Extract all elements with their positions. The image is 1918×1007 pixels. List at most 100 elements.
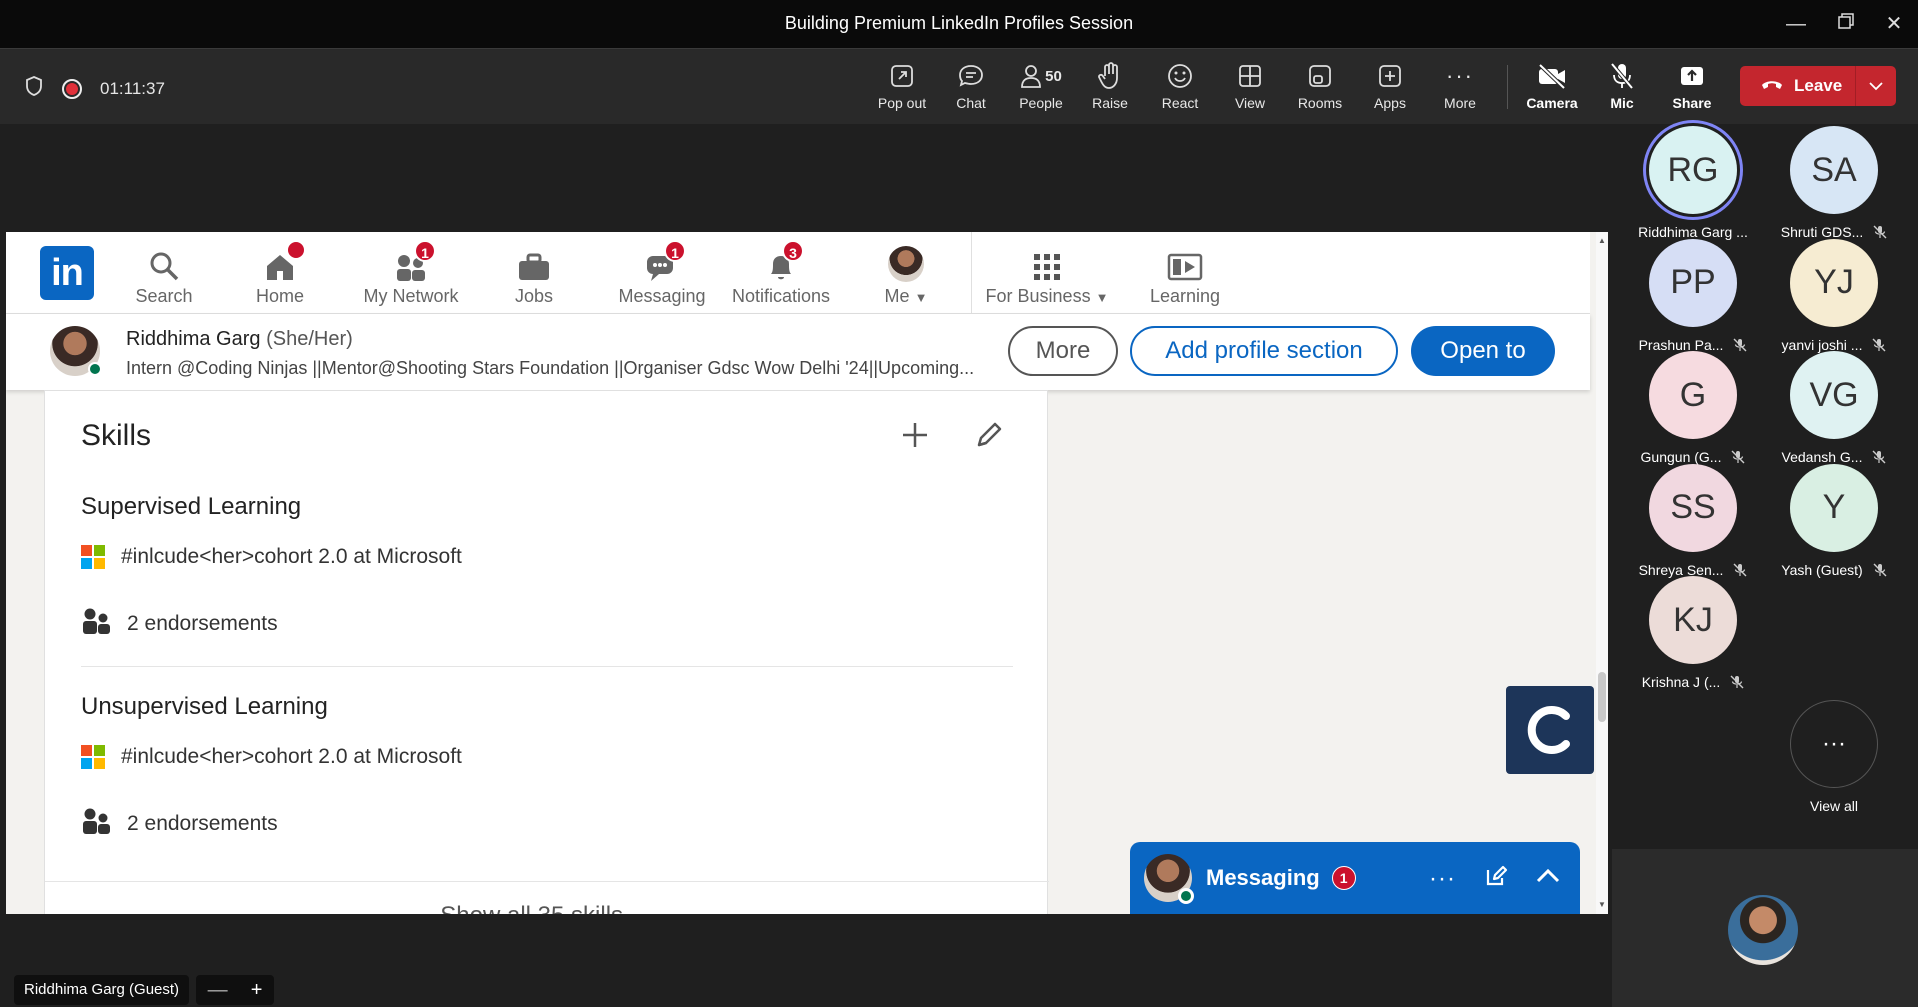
scroll-down-icon[interactable]: ▼ <box>1597 900 1607 909</box>
participant-tile[interactable]: Y Yash (Guest) <box>1765 463 1903 578</box>
phone-hangup-icon <box>1760 76 1784 96</box>
minimize-icon[interactable]: — <box>1776 10 1816 38</box>
people-button[interactable]: 50 People <box>1009 59 1073 111</box>
scrollbar[interactable]: ▲ ▼ <box>1596 232 1608 914</box>
messaging-avatar <box>1144 854 1194 904</box>
participant-avatar: RG <box>1649 126 1737 214</box>
people-icon <box>1021 65 1042 88</box>
rooms-button[interactable]: Rooms <box>1288 59 1352 111</box>
nav-messaging[interactable]: 1 Messaging <box>612 240 712 307</box>
share-button[interactable]: Share <box>1660 59 1724 111</box>
raise-hand-button[interactable]: Raise <box>1078 59 1142 111</box>
window-title: Building Premium LinkedIn Profiles Sessi… <box>784 13 1134 33</box>
mic-muted-icon <box>1730 675 1744 689</box>
nav-jobs[interactable]: Jobs <box>494 240 574 307</box>
leave-button[interactable]: Leave <box>1740 66 1896 106</box>
show-all-skills-link[interactable]: Show all 35 skills → <box>45 881 1049 914</box>
nav-me[interactable]: Me ▼ <box>876 240 936 307</box>
pencil-icon <box>974 420 1004 455</box>
plus-icon <box>900 420 930 455</box>
home-dot-badge <box>286 240 306 260</box>
compose-icon[interactable] <box>1484 864 1508 893</box>
more-button[interactable]: More <box>1008 326 1118 376</box>
participant-avatar: SS <box>1649 463 1737 552</box>
view-button[interactable]: View <box>1218 59 1282 111</box>
apps-grid-icon <box>982 240 1112 282</box>
mic-muted-icon <box>1733 563 1747 577</box>
skill-title[interactable]: Supervised Learning <box>81 493 301 521</box>
restore-icon[interactable] <box>1826 10 1866 38</box>
chevron-up-icon[interactable] <box>1536 868 1560 889</box>
grid-view-icon <box>1218 59 1282 93</box>
bell-icon: 3 <box>724 240 838 282</box>
microsoft-logo-icon <box>81 545 105 569</box>
participant-tile[interactable]: KJ Krishna J (... <box>1624 576 1762 690</box>
chat-button[interactable]: Chat <box>939 59 1003 111</box>
online-status-dot <box>88 362 102 376</box>
participant-avatar: Y <box>1790 463 1878 552</box>
close-icon[interactable]: ✕ <box>1874 10 1914 38</box>
chat-icon <box>939 59 1003 93</box>
linkedin-logo[interactable]: in <box>40 246 94 300</box>
participant-tile[interactable]: YJ yanvi joshi ... <box>1765 238 1903 353</box>
apps-button[interactable]: Apps <box>1358 59 1422 111</box>
profile-name: Riddhima Garg (She/Her) <box>126 328 353 350</box>
open-to-button[interactable]: Open to <box>1411 326 1555 376</box>
participant-name: Yash (Guest) <box>1781 561 1863 578</box>
profile-sticky-header: Riddhima Garg (She/Her) Intern @Coding N… <box>6 314 1590 390</box>
self-name-tag: Riddhima Garg (Guest) <box>14 975 190 1005</box>
skill-endorsements[interactable]: 2 endorsements <box>81 607 278 641</box>
ellipsis-icon: ··· <box>1446 63 1474 88</box>
participant-tile[interactable]: RG Riddhima Garg ... <box>1624 126 1762 240</box>
edit-skills-button[interactable] <box>969 417 1009 457</box>
nav-notifications[interactable]: 3 Notifications <box>724 240 838 307</box>
coding-ninjas-widget[interactable] <box>1506 686 1594 774</box>
nav-learning[interactable]: Learning <box>1130 240 1240 307</box>
skill-endorsements[interactable]: 2 endorsements <box>81 807 278 841</box>
shield-icon <box>24 75 44 102</box>
add-profile-section-button[interactable]: Add profile section <box>1130 326 1398 376</box>
mic-button[interactable]: Mic <box>1590 59 1654 111</box>
scroll-up-icon[interactable]: ▲ <box>1597 236 1607 245</box>
participant-name-row: Krishna J (... <box>1624 674 1762 690</box>
smiley-icon <box>1148 59 1212 93</box>
participant-tile[interactable]: SA Shruti GDS... <box>1765 126 1903 240</box>
ellipsis-icon[interactable]: ··· <box>1429 866 1456 890</box>
mic-muted-icon <box>1873 225 1887 239</box>
nav-for-business[interactable]: For Business ▼ <box>982 240 1112 307</box>
camera-button[interactable]: Camera <box>1520 59 1584 111</box>
shared-screen: in Search Home 1 My Network Jobs 1 Messa… <box>6 232 1608 914</box>
nav-my-network[interactable]: 1 My Network <box>350 240 472 307</box>
nav-search[interactable]: Search <box>124 240 204 307</box>
participant-tile[interactable]: PP Prashun Pa... <box>1624 238 1762 353</box>
plus-box-icon <box>1358 59 1422 93</box>
messaging-badge: 1 <box>1331 866 1356 890</box>
zoom-out-button[interactable]: — <box>208 979 228 1002</box>
chevron-down-icon[interactable] <box>1856 81 1896 91</box>
skills-heading: Skills <box>81 419 152 452</box>
mic-muted-icon <box>1731 450 1745 464</box>
self-avatar <box>1728 895 1798 965</box>
zoom-in-button[interactable]: + <box>251 979 263 1002</box>
more-button[interactable]: ··· More <box>1428 59 1492 111</box>
participant-tile[interactable]: SS Shreya Sen... <box>1624 463 1762 578</box>
skill-source: #inlcude<her>cohort 2.0 at Microsoft <box>81 745 462 769</box>
react-button[interactable]: React <box>1148 59 1212 111</box>
popout-button[interactable]: Pop out <box>870 59 934 111</box>
participant-avatar: VG <box>1790 351 1878 439</box>
profile-avatar[interactable] <box>50 326 102 376</box>
skill-title[interactable]: Unsupervised Learning <box>81 693 328 721</box>
view-all-button[interactable]: ··· View all <box>1765 700 1903 814</box>
mic-muted-icon <box>1872 450 1886 464</box>
messaging-overlay[interactable]: Messaging 1 ··· <box>1130 842 1580 914</box>
scroll-thumb[interactable] <box>1598 672 1606 722</box>
self-video-tile <box>1612 849 1918 1007</box>
nav-home[interactable]: Home <box>240 240 320 307</box>
search-icon <box>124 240 204 282</box>
learning-icon <box>1130 240 1240 282</box>
add-skill-button[interactable] <box>895 417 935 457</box>
c-logo-icon <box>1527 706 1570 754</box>
briefcase-icon <box>494 240 574 282</box>
participant-tile[interactable]: VG Vedansh G... <box>1765 351 1903 465</box>
participant-tile[interactable]: G Gungun (G... <box>1624 351 1762 465</box>
